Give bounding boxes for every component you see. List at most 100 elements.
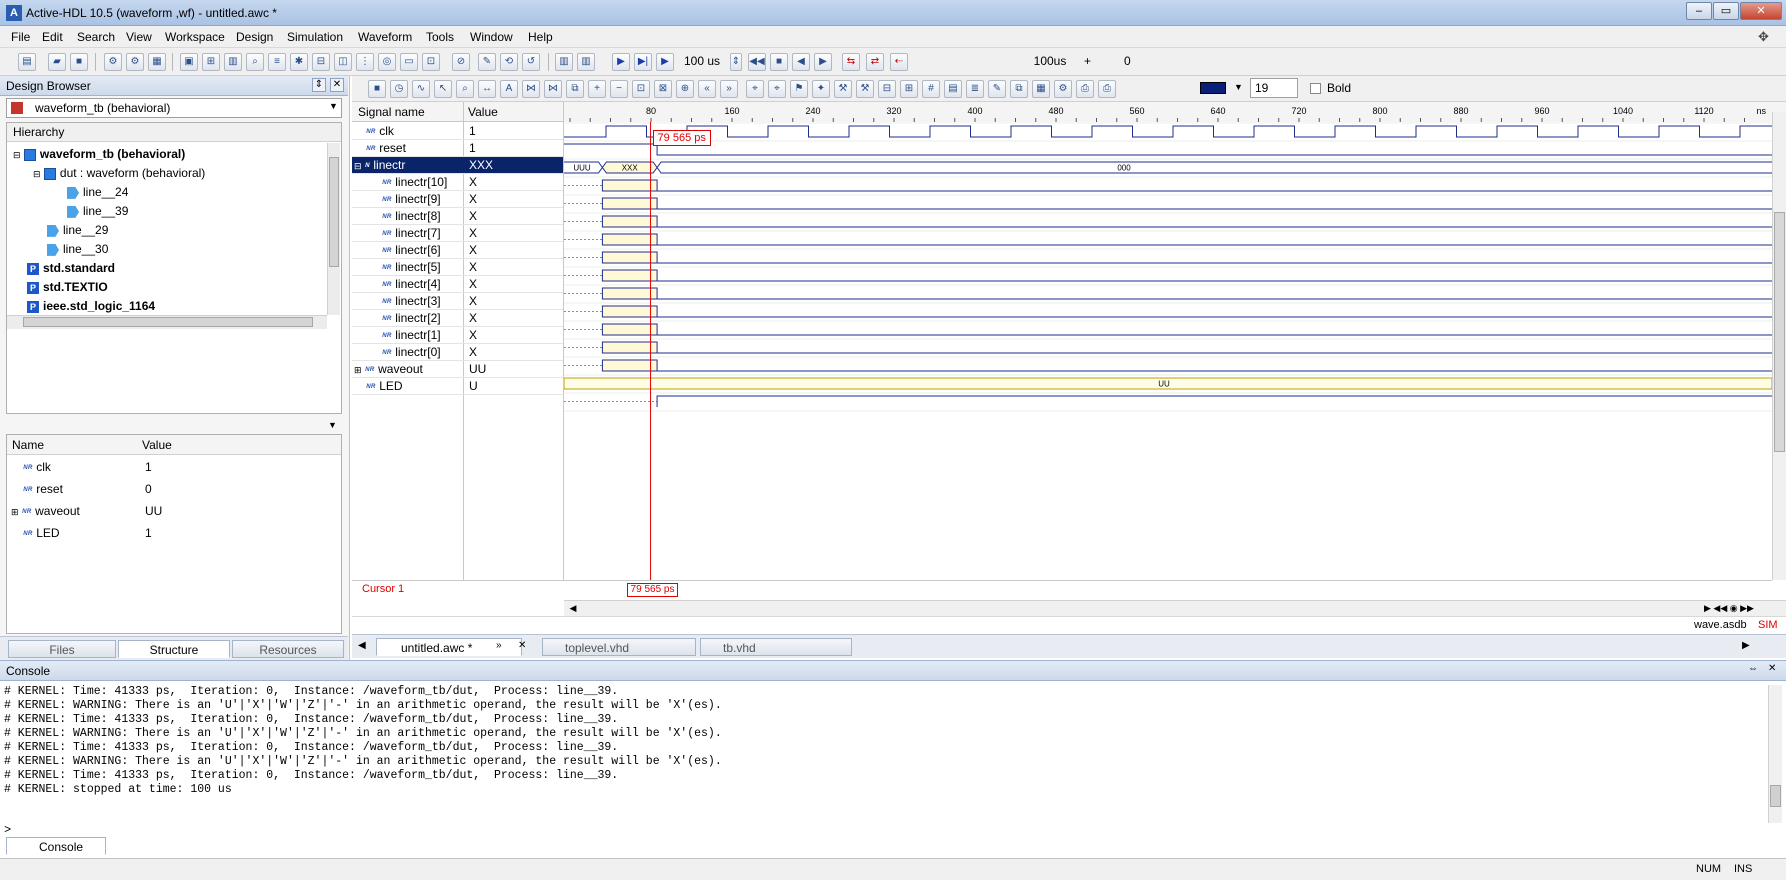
- find-icon[interactable]: ⌕: [246, 53, 264, 71]
- tree-item-line30[interactable]: line__30: [47, 240, 108, 259]
- design-unit-select[interactable]: waveform_tb (behavioral) ▼: [6, 98, 342, 118]
- tree-item-std-standard[interactable]: Pstd.standard: [27, 259, 115, 278]
- console-input[interactable]: >: [4, 823, 1764, 839]
- cursor-time-tag[interactable]: 79 565 ps: [652, 130, 711, 146]
- compile-all-icon[interactable]: ⚙: [126, 53, 144, 71]
- menu-file[interactable]: File: [11, 30, 30, 44]
- menu-workspace[interactable]: Workspace: [165, 30, 225, 44]
- cursor-time-tag-bottom[interactable]: 79 565 ps: [626, 583, 679, 597]
- step-icon[interactable]: ▥: [555, 53, 573, 71]
- clear-breakpoints-icon[interactable]: ⇠: [890, 53, 908, 71]
- wave-vscrollbar[interactable]: [1772, 112, 1786, 580]
- tree-hscrollbar[interactable]: [7, 315, 327, 329]
- tree-vscrollbar[interactable]: [327, 143, 340, 315]
- chevron-down-icon[interactable]: ▼: [329, 101, 338, 111]
- console-close-icon[interactable]: ✕: [1768, 663, 1776, 674]
- font-size-input[interactable]: 19: [1250, 78, 1298, 98]
- copy-icon[interactable]: ⧉: [1010, 80, 1028, 98]
- tab-tb-vhd[interactable]: tb.vhd: [700, 638, 852, 656]
- properties-icon[interactable]: ▤: [944, 80, 962, 98]
- run-time-spin[interactable]: ⇕: [730, 53, 742, 71]
- menu-design[interactable]: Design: [236, 30, 273, 44]
- run-until-icon[interactable]: ▶|: [634, 53, 652, 71]
- tree-item-std-textio[interactable]: Pstd.TEXTIO: [27, 278, 108, 297]
- zoom-cursor-icon[interactable]: ⊕: [676, 80, 694, 98]
- objects-dropdown-icon[interactable]: ▼: [328, 420, 337, 430]
- minimize-button[interactable]: –: [1686, 2, 1712, 20]
- bulb-icon[interactable]: ◎: [378, 53, 396, 71]
- tab-resources[interactable]: Resources: [232, 640, 344, 658]
- stop-sim-icon[interactable]: ⊘: [452, 53, 470, 71]
- collapse-icon[interactable]: ⊟: [878, 80, 896, 98]
- tab-toplevel-vhd[interactable]: toplevel.vhd: [542, 638, 696, 656]
- pointer-icon[interactable]: ↖: [434, 80, 452, 98]
- wave-hscrollbar[interactable]: ◀ ▶ ◀◀ ◉ ▶▶: [564, 600, 1786, 616]
- zoom-in-icon[interactable]: +: [588, 80, 606, 98]
- expand-icon[interactable]: ⊞: [900, 80, 918, 98]
- color-swatch[interactable]: [1200, 82, 1226, 94]
- color-dropdown-icon[interactable]: ▼: [1234, 82, 1243, 92]
- compile-icon[interactable]: ⚙: [104, 53, 122, 71]
- menu-tools[interactable]: Tools: [426, 30, 454, 44]
- tab-files[interactable]: Files: [8, 640, 116, 658]
- wave-canvas[interactable]: 80 160 240 320 400 480 560 640 720 800 880 960 1040 1…: [564, 102, 1772, 596]
- compare-clear-icon[interactable]: ⚒: [856, 80, 874, 98]
- tab-close-icon[interactable]: ✕: [518, 640, 526, 651]
- hierarchy-icon[interactable]: ⋮: [356, 53, 374, 71]
- breakpoint-list-icon[interactable]: ⇄: [866, 53, 884, 71]
- menu-search[interactable]: Search: [77, 30, 115, 44]
- monitor-icon[interactable]: ▭: [400, 53, 418, 71]
- browser-icon[interactable]: ▥: [224, 53, 242, 71]
- group-icon[interactable]: ⧉: [566, 80, 584, 98]
- workspace-icon[interactable]: ▣: [180, 53, 198, 71]
- code-icon[interactable]: ≡: [268, 53, 286, 71]
- object-row[interactable]: ᴺᴿ reset: [23, 480, 63, 499]
- settings-icon[interactable]: ⚙: [1054, 80, 1072, 98]
- object-row[interactable]: ᴺᴿ clk: [23, 458, 51, 477]
- grid-icon[interactable]: ▦: [148, 53, 166, 71]
- tab-scroll-right-icon[interactable]: ▶: [1742, 640, 1750, 651]
- stop-icon[interactable]: ■: [770, 53, 788, 71]
- print-icon[interactable]: ⎙: [1098, 80, 1116, 98]
- radix-icon[interactable]: #: [922, 80, 940, 98]
- prev-icon[interactable]: ◀: [792, 53, 810, 71]
- menu-simulation[interactable]: Simulation: [287, 30, 343, 44]
- run-for-icon[interactable]: ▶: [656, 53, 674, 71]
- paste-icon[interactable]: ▦: [1032, 80, 1050, 98]
- console-scrollbar[interactable]: [1768, 685, 1782, 823]
- zoom-out-icon[interactable]: −: [610, 80, 628, 98]
- chip-icon[interactable]: ⊡: [422, 53, 440, 71]
- tree-item-waveform-tb[interactable]: ⊟ waveform_tb (behavioral): [13, 145, 185, 164]
- tab-overflow-icon[interactable]: »: [496, 640, 502, 651]
- list-icon[interactable]: ≣: [966, 80, 984, 98]
- tree-item-line24[interactable]: line__24: [67, 183, 128, 202]
- bus-icon[interactable]: ⋈: [522, 80, 540, 98]
- script-icon[interactable]: ✎: [478, 53, 496, 71]
- debug-icon[interactable]: ✱: [290, 53, 308, 71]
- menu-help[interactable]: Help: [528, 30, 553, 44]
- scroll-nav-icons[interactable]: ▶ ◀◀ ◉ ▶▶: [1704, 603, 1774, 615]
- tree-item-line39[interactable]: line__39: [67, 202, 128, 221]
- restart-icon[interactable]: ↺: [522, 53, 540, 71]
- waveform-view-icon[interactable]: ⊞: [202, 53, 220, 71]
- export-icon[interactable]: ⎙: [1076, 80, 1094, 98]
- tab-scroll-left-icon[interactable]: ◀: [358, 640, 366, 651]
- panel-close-icon[interactable]: ✕: [330, 78, 344, 92]
- run-icon[interactable]: ▶: [612, 53, 630, 71]
- clock-icon[interactable]: ◷: [390, 80, 408, 98]
- next-edge-icon[interactable]: »: [720, 80, 738, 98]
- save-icon[interactable]: ■: [70, 53, 88, 71]
- object-row[interactable]: ᴺᴿ LED: [23, 524, 60, 543]
- run-time-field[interactable]: 100 us: [680, 52, 728, 72]
- bold-checkbox[interactable]: [1310, 83, 1321, 94]
- wave-save-icon[interactable]: ■: [368, 80, 386, 98]
- menu-waveform[interactable]: Waveform: [358, 30, 412, 44]
- macro-icon[interactable]: ⟲: [500, 53, 518, 71]
- bookmark-icon[interactable]: ⚑: [790, 80, 808, 98]
- tab-console[interactable]: Console: [6, 837, 106, 855]
- tab-structure[interactable]: Structure: [118, 640, 230, 658]
- rewind-icon[interactable]: ◀◀: [748, 53, 766, 71]
- library-icon[interactable]: ◫: [334, 53, 352, 71]
- find-prev-icon[interactable]: ⌖: [746, 80, 764, 98]
- zoom-icon[interactable]: ⌕: [456, 80, 474, 98]
